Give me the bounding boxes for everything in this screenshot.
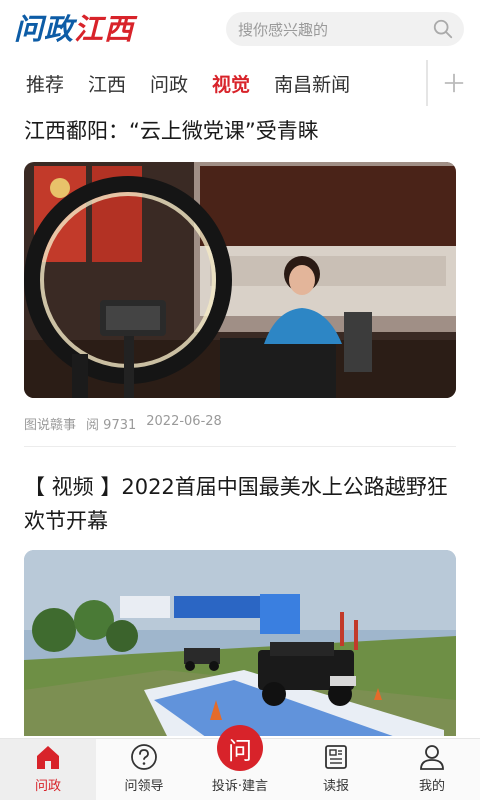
nav-label: 投诉·建言 bbox=[211, 779, 269, 794]
search-icon[interactable] bbox=[432, 18, 454, 40]
tab-jiangxi[interactable]: 江西 bbox=[88, 70, 126, 97]
article-image[interactable] bbox=[24, 162, 456, 398]
nav-complaint-suggestion[interactable]: 问 投诉·建言 bbox=[192, 725, 288, 800]
nav-ask-leader[interactable]: 问领导 bbox=[96, 739, 192, 800]
home-icon bbox=[37, 746, 59, 769]
article-card[interactable]: 江西鄱阳：“云上微党课”受青睐 bbox=[24, 114, 456, 148]
tab-wenzheng[interactable]: 问政 bbox=[150, 70, 188, 97]
add-channel-button[interactable] bbox=[426, 60, 480, 106]
newspaper-icon bbox=[325, 745, 347, 769]
logo-text-part2: 江西 bbox=[74, 12, 135, 46]
bottom-navigation: 问政 问领导 问 投诉·建言 读报 我的 bbox=[0, 725, 480, 800]
question-icon bbox=[131, 744, 157, 770]
article-source: 图说赣事 bbox=[24, 418, 77, 433]
nav-read-newspaper[interactable]: 读报 bbox=[288, 739, 384, 800]
ask-bubble-icon[interactable]: 问 bbox=[217, 725, 263, 771]
article-card[interactable]: 【 视频 】2022首届中国最美水上公路越野狂欢节开幕 bbox=[24, 470, 456, 538]
search-placeholder[interactable]: 搜你感兴趣的 bbox=[238, 19, 432, 40]
nav-mine[interactable]: 我的 bbox=[384, 739, 480, 800]
views-label: 阅 bbox=[86, 418, 100, 433]
tab-recommend[interactable]: 推荐 bbox=[26, 70, 64, 97]
tab-visual[interactable]: 视觉 bbox=[212, 70, 250, 97]
channel-tabs: 推荐 江西 问政 视觉 南昌新闻 bbox=[0, 60, 480, 106]
offroad-event-photo bbox=[24, 550, 456, 736]
views-value: 9731 bbox=[103, 418, 137, 433]
tab-nanchang-news[interactable]: 南昌新闻 bbox=[274, 70, 350, 97]
nav-label: 我的 bbox=[418, 779, 445, 794]
divider bbox=[24, 446, 456, 447]
plus-icon bbox=[444, 73, 464, 93]
views-count: 阅 9731 bbox=[86, 414, 136, 433]
article-image[interactable] bbox=[24, 550, 456, 736]
classroom-photo bbox=[24, 162, 456, 398]
nav-label: 读报 bbox=[322, 779, 349, 794]
nav-wenzheng[interactable]: 问政 bbox=[0, 739, 96, 800]
user-icon bbox=[420, 745, 444, 770]
article-title[interactable]: 【 视频 】2022首届中国最美水上公路越野狂欢节开幕 bbox=[24, 470, 456, 538]
app-header: 问政 江西 搜你感兴趣的 bbox=[0, 0, 480, 56]
app-logo[interactable]: 问政 江西 bbox=[14, 10, 134, 46]
article-title[interactable]: 江西鄱阳：“云上微党课”受青睐 bbox=[24, 114, 456, 148]
search-bar[interactable]: 搜你感兴趣的 bbox=[226, 12, 464, 46]
logo-text-part1: 问政 bbox=[14, 12, 75, 46]
nav-label: 问政 bbox=[34, 779, 61, 794]
article-date: 2022-06-28 bbox=[146, 414, 222, 429]
news-feed[interactable]: 江西鄱阳：“云上微党课”受青睐 图说赣事 阅 9731 2022-06-28 【… bbox=[0, 106, 480, 736]
nav-label: 问领导 bbox=[124, 779, 164, 794]
article-meta: 图说赣事 阅 9731 2022-06-28 bbox=[24, 414, 222, 433]
